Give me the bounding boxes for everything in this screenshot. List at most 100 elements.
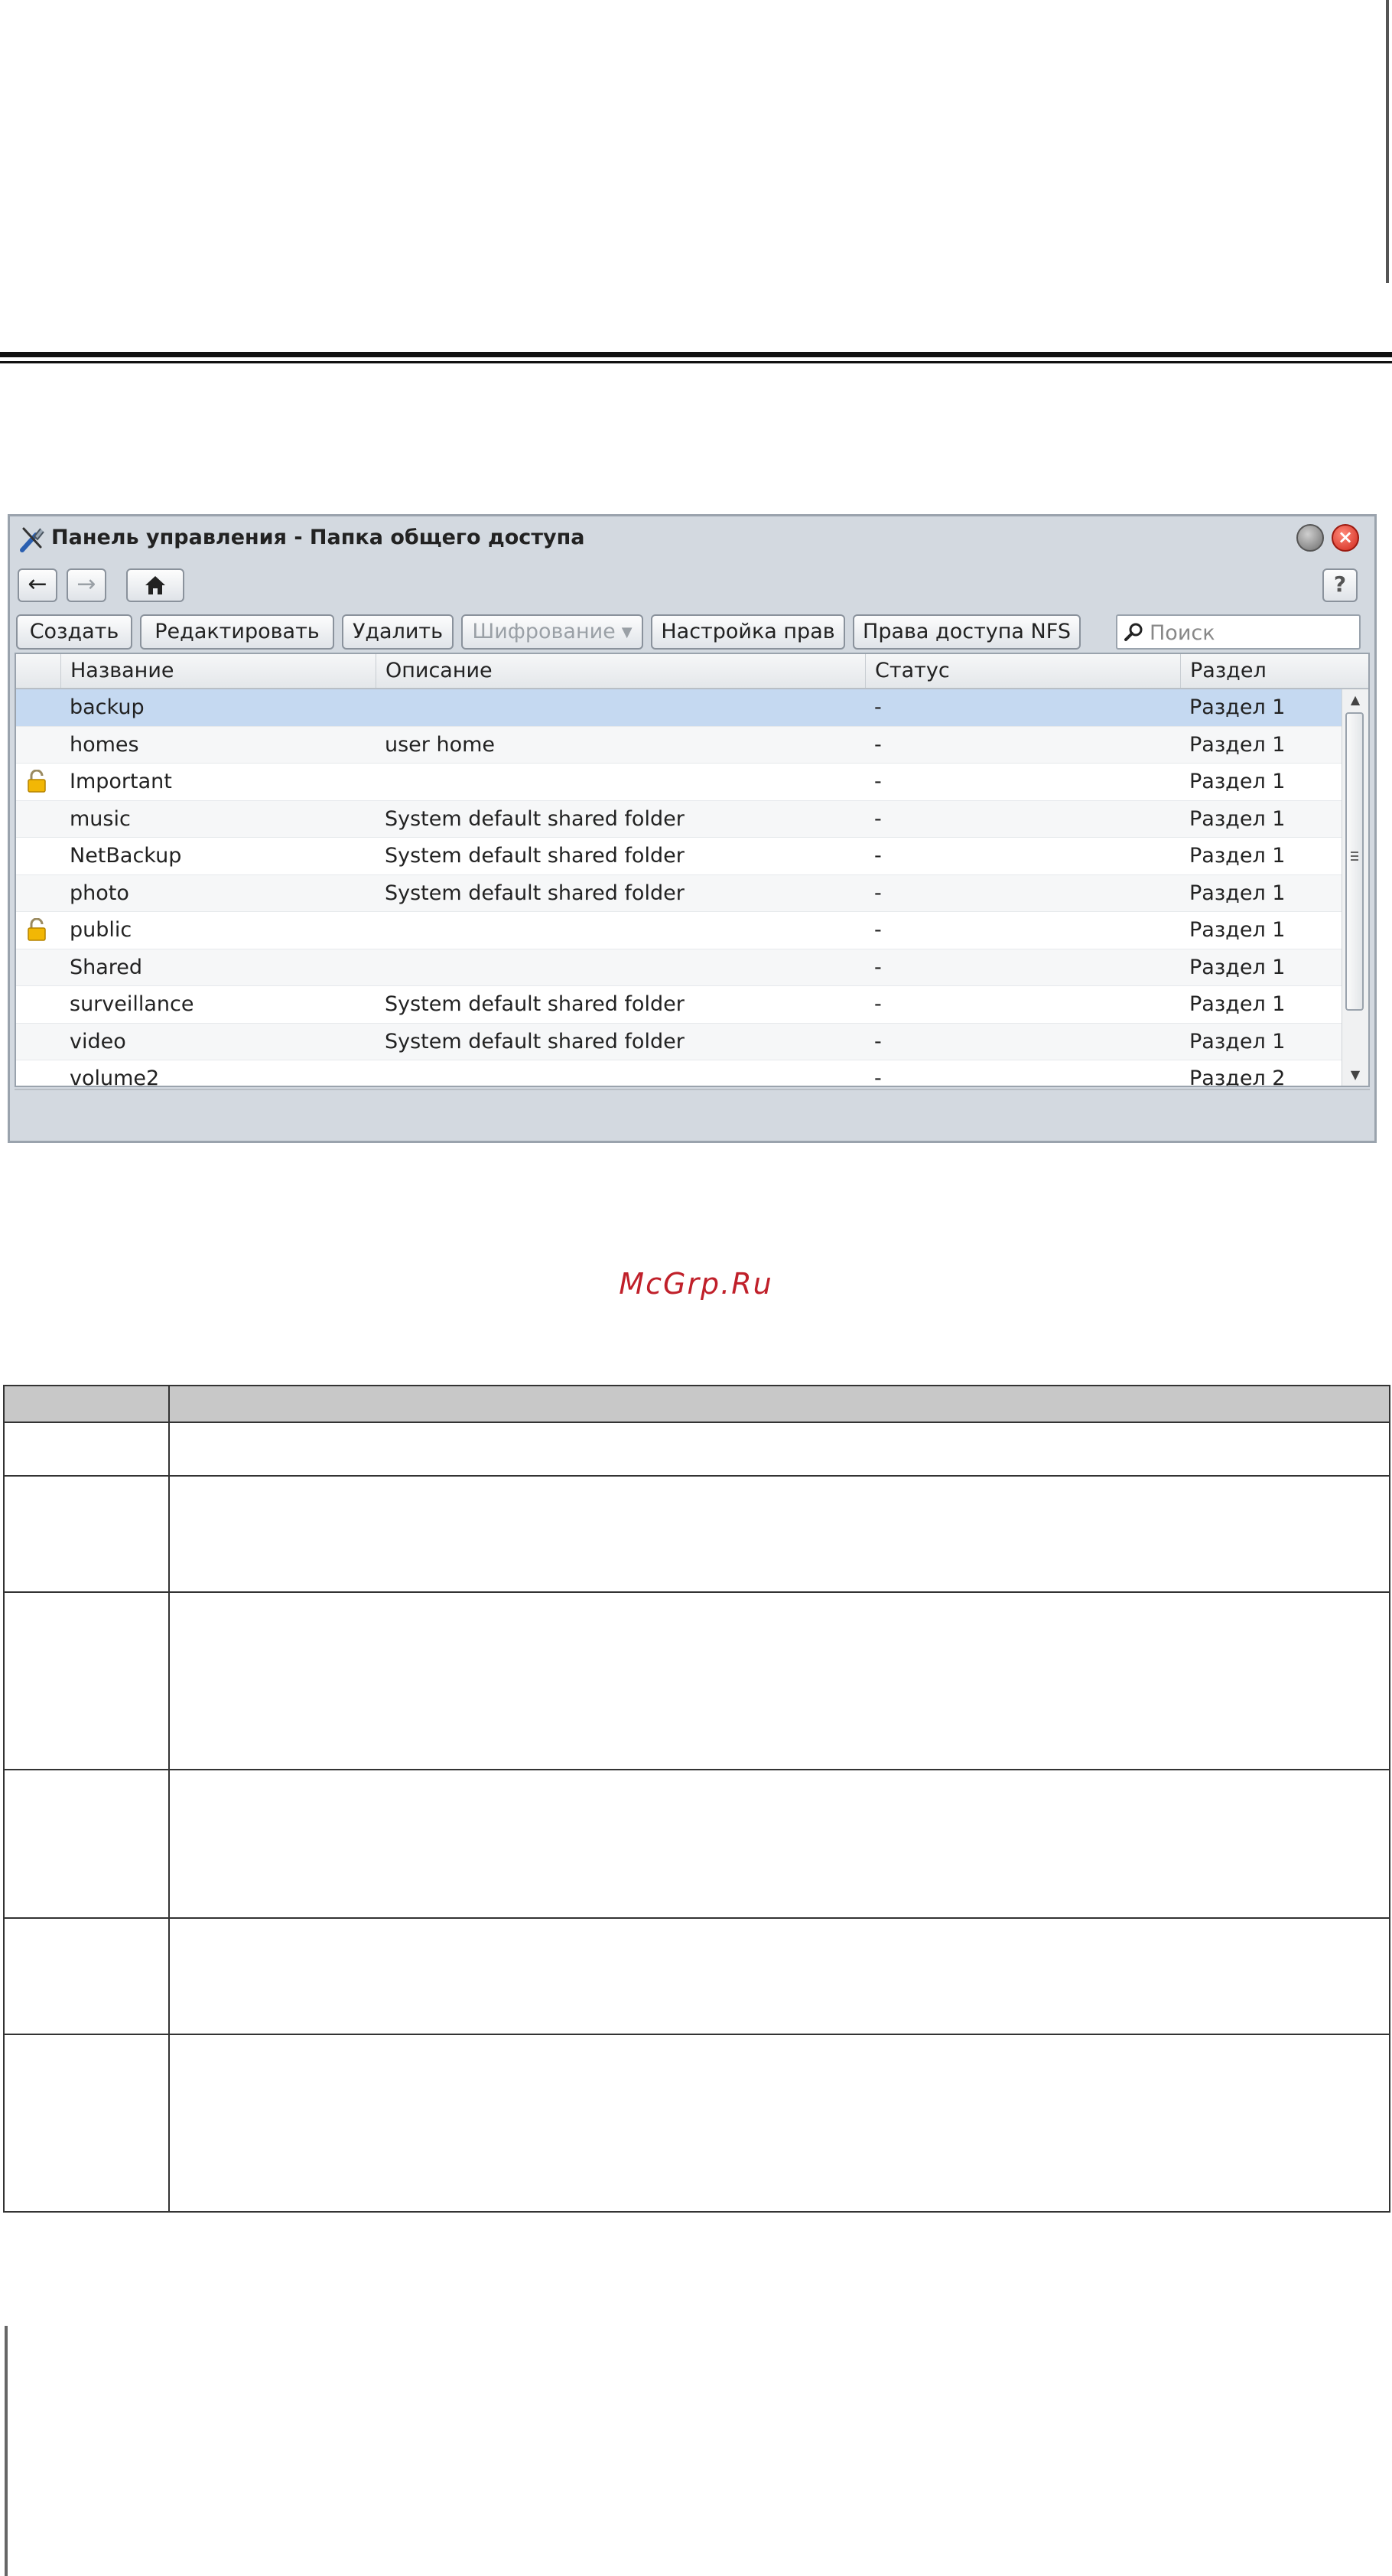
forward-button[interactable]: → xyxy=(67,568,106,602)
lock-icon xyxy=(28,918,46,941)
home-icon xyxy=(145,576,165,594)
table-header-cell xyxy=(3,1385,170,1423)
table-row xyxy=(3,2034,1390,2213)
table-cell xyxy=(168,1917,1390,2035)
vertical-scrollbar[interactable]: ▲ ▼ xyxy=(1342,689,1368,1086)
cell-name: backup xyxy=(70,695,145,719)
cell-description: System default shared folder xyxy=(385,1029,685,1054)
cell-status: - xyxy=(874,732,882,757)
table-row[interactable]: video System default shared folder - Раздел… xyxy=(16,1023,1342,1060)
back-button[interactable]: ← xyxy=(18,568,57,602)
cell-name: video xyxy=(70,1029,126,1054)
table-cell xyxy=(168,1591,1390,1770)
grip-icon xyxy=(1351,852,1358,862)
create-button[interactable]: Создать xyxy=(16,614,132,650)
cell-volume: Раздел 1 xyxy=(1189,695,1286,719)
cell-volume: Раздел 1 xyxy=(1189,1029,1286,1054)
cell-status: - xyxy=(874,806,882,831)
table-cell xyxy=(3,1591,170,1770)
scroll-down-icon[interactable]: ▼ xyxy=(1342,1064,1368,1086)
description-table xyxy=(3,1385,1390,2213)
shared-folder-grid: Название Описание Статус Раздел backup - Р… xyxy=(15,653,1370,1087)
table-cell xyxy=(168,2034,1390,2213)
header-description[interactable]: Описание xyxy=(376,654,865,688)
caret-down-icon: ▼ xyxy=(621,624,633,640)
table-row xyxy=(3,1591,1390,1770)
control-panel-icon xyxy=(20,527,44,552)
table-row xyxy=(3,1917,1390,2035)
page-divider-thin xyxy=(0,361,1392,363)
header-status[interactable]: Статус xyxy=(865,654,1180,688)
header-icon-column xyxy=(16,654,60,688)
minimize-button[interactable] xyxy=(1296,524,1324,552)
table-cell xyxy=(3,2034,170,2213)
header-volume[interactable]: Раздел xyxy=(1180,654,1339,688)
header-name[interactable]: Название xyxy=(60,654,376,688)
search-icon xyxy=(1124,623,1143,641)
search-box[interactable] xyxy=(1116,614,1361,650)
status-bar xyxy=(15,1089,1370,1127)
control-panel-window: Панель управления - Папка общего доступа… xyxy=(8,514,1377,1143)
cell-description xyxy=(376,764,865,800)
grid-header: Название Описание Статус Раздел xyxy=(16,654,1368,689)
table-row[interactable]: NetBackup System default shared folder - Ра… xyxy=(16,838,1342,875)
table-cell xyxy=(3,1917,170,2035)
table-row[interactable]: music System default shared folder - Раздел… xyxy=(16,800,1342,838)
cell-volume: Раздел 1 xyxy=(1189,992,1286,1016)
cell-name: photo xyxy=(70,881,129,905)
table-header-cell xyxy=(168,1385,1390,1423)
table-row[interactable]: Important - Раздел 1 xyxy=(16,764,1342,801)
page-margin-line-top xyxy=(1386,0,1389,283)
encryption-dropdown[interactable]: Шифрование ▼ xyxy=(461,614,643,650)
cell-name: volume2 xyxy=(70,1067,160,1087)
window-titlebar: Панель управления - Папка общего доступа… xyxy=(10,516,1374,562)
cell-name: music xyxy=(70,806,131,831)
edit-button[interactable]: Редактировать xyxy=(140,614,334,650)
lock-icon xyxy=(28,770,46,793)
arrow-right-icon: → xyxy=(76,571,96,598)
table-row[interactable]: volume2 - Раздел 2 xyxy=(16,1060,1342,1087)
cell-description: user home xyxy=(385,732,496,757)
delete-button[interactable]: Удалить xyxy=(342,614,454,650)
cell-name: Shared xyxy=(70,955,143,979)
cell-volume: Раздел 1 xyxy=(1189,732,1286,757)
table-cell xyxy=(3,1422,170,1477)
cell-name: public xyxy=(70,918,132,942)
cell-status: - xyxy=(874,918,882,942)
cell-status: - xyxy=(874,1067,882,1087)
cell-status: - xyxy=(874,844,882,868)
search-input[interactable] xyxy=(1148,619,1358,646)
table-row xyxy=(3,1475,1390,1593)
cell-volume: Раздел 1 xyxy=(1189,806,1286,831)
scroll-up-icon[interactable]: ▲ xyxy=(1342,689,1368,711)
page-divider xyxy=(0,352,1392,357)
cell-status: - xyxy=(874,1029,882,1054)
cell-name: homes xyxy=(70,732,139,757)
table-row[interactable]: photo System default shared folder - Раздел… xyxy=(16,874,1342,912)
table-row[interactable]: public - Раздел 1 xyxy=(16,912,1342,949)
scrollbar-thumb[interactable] xyxy=(1345,712,1364,1011)
nfs-permissions-button[interactable]: Права доступа NFS xyxy=(853,614,1081,650)
description-table-header xyxy=(3,1385,1390,1423)
arrow-left-icon: ← xyxy=(28,571,47,598)
cell-description: System default shared folder xyxy=(385,992,685,1016)
cell-name: Important xyxy=(70,770,172,793)
table-row[interactable]: backup - Раздел 1 xyxy=(16,689,1342,727)
cell-volume: Раздел 1 xyxy=(1189,918,1286,942)
cell-description: System default shared folder xyxy=(385,844,685,868)
help-button[interactable]: ? xyxy=(1322,568,1358,602)
grid-rows: backup - Раздел 1 homes user home - Раздел 1 Im… xyxy=(16,689,1342,1087)
close-button[interactable]: × xyxy=(1332,524,1359,552)
cell-description: System default shared folder xyxy=(385,881,685,905)
cell-status: - xyxy=(874,955,882,979)
table-row[interactable]: Shared - Раздел 1 xyxy=(16,949,1342,986)
table-row[interactable]: homes user home - Раздел 1 xyxy=(16,726,1342,764)
home-button[interactable] xyxy=(126,568,184,602)
cell-status: - xyxy=(874,770,882,793)
privileges-button[interactable]: Настройка прав xyxy=(651,614,845,650)
table-cell xyxy=(168,1422,1390,1477)
table-row[interactable]: surveillance System default shared folder… xyxy=(16,986,1342,1024)
cell-description: System default shared folder xyxy=(385,806,685,831)
cell-status: - xyxy=(874,695,882,719)
cell-volume: Раздел 1 xyxy=(1189,881,1286,905)
